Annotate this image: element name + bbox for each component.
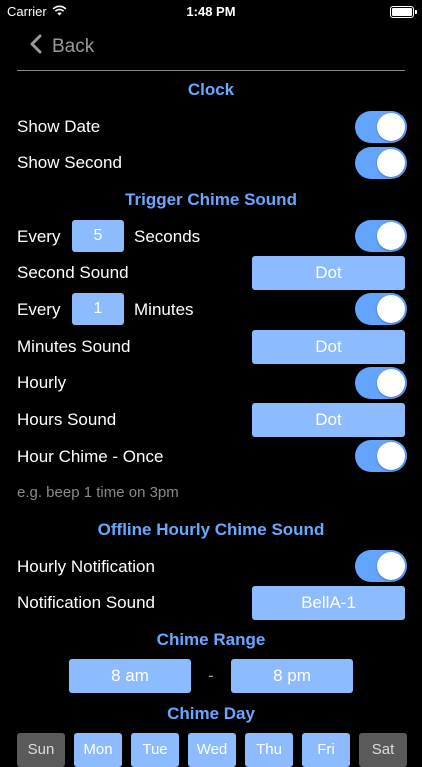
chevron-left-icon: [30, 34, 42, 60]
hours-sound-button[interactable]: Dot: [252, 403, 405, 437]
toggle-knob: [377, 552, 405, 580]
hours-sound-label: Hours Sound: [17, 410, 117, 429]
minutes-interval-button[interactable]: 1: [72, 293, 124, 325]
range-end-button[interactable]: 8 pm: [231, 659, 353, 693]
section-title-offline: Offline Hourly Chime Sound: [97, 520, 325, 539]
range-start-button[interactable]: 8 am: [69, 659, 191, 693]
back-button[interactable]: Back: [30, 34, 94, 60]
minutes-sound-label: Minutes Sound: [17, 337, 131, 356]
hour-chime-once-toggle[interactable]: [355, 440, 407, 472]
hourly-toggle[interactable]: [355, 367, 407, 399]
section-title-days: Chime Day: [167, 704, 255, 723]
toggle-knob: [377, 442, 405, 470]
status-bar: Carrier 1:48 PM: [0, 0, 422, 24]
minutes-chime-toggle[interactable]: [355, 293, 407, 325]
day-button-fri[interactable]: Fri: [302, 733, 350, 767]
minutes-sound-button[interactable]: Dot: [252, 330, 405, 364]
day-button-thu[interactable]: Thu: [245, 733, 293, 767]
toggle-knob: [377, 222, 405, 250]
chime-day-row: Sun Mon Tue Wed Thu Fri Sat: [17, 733, 407, 767]
show-second-toggle[interactable]: [355, 147, 407, 179]
show-date-label: Show Date: [17, 117, 101, 136]
header-divider: [17, 70, 405, 71]
show-second-label: Show Second: [17, 153, 122, 172]
hourly-notification-label: Hourly Notification: [17, 557, 155, 576]
notification-sound-button[interactable]: BellA-1: [252, 586, 405, 620]
status-time: 1:48 PM: [186, 4, 236, 19]
day-button-mon[interactable]: Mon: [74, 733, 122, 767]
day-button-tue[interactable]: Tue: [131, 733, 179, 767]
every-seconds-label: Every: [17, 227, 61, 246]
second-sound-label: Second Sound: [17, 263, 129, 282]
hourly-notification-toggle[interactable]: [355, 550, 407, 582]
battery-icon: [390, 6, 417, 18]
back-label: Back: [52, 36, 95, 57]
second-sound-button[interactable]: Dot: [252, 256, 405, 290]
day-button-sat[interactable]: Sat: [359, 733, 407, 767]
minutes-unit-label: Minutes: [134, 300, 194, 319]
seconds-chime-toggle[interactable]: [355, 220, 407, 252]
toggle-knob: [377, 369, 405, 397]
day-button-wed[interactable]: Wed: [188, 733, 236, 767]
hour-chime-once-label: Hour Chime - Once: [17, 447, 164, 466]
section-title-range: Chime Range: [156, 630, 266, 649]
hourly-label: Hourly: [17, 373, 67, 392]
section-title-clock: Clock: [187, 80, 235, 99]
section-title-trigger: Trigger Chime Sound: [125, 190, 297, 209]
seconds-unit-label: Seconds: [134, 227, 201, 246]
seconds-interval-button[interactable]: 5: [72, 220, 124, 252]
toggle-knob: [377, 113, 405, 141]
every-minutes-label: Every: [17, 300, 61, 319]
day-button-sun[interactable]: Sun: [17, 733, 65, 767]
show-date-toggle[interactable]: [355, 111, 407, 143]
toggle-knob: [377, 149, 405, 177]
notification-sound-label: Notification Sound: [17, 593, 155, 612]
toggle-knob: [377, 295, 405, 323]
hour-chime-note: e.g. beep 1 time on 3pm: [17, 484, 179, 501]
range-separator: -: [208, 666, 214, 685]
